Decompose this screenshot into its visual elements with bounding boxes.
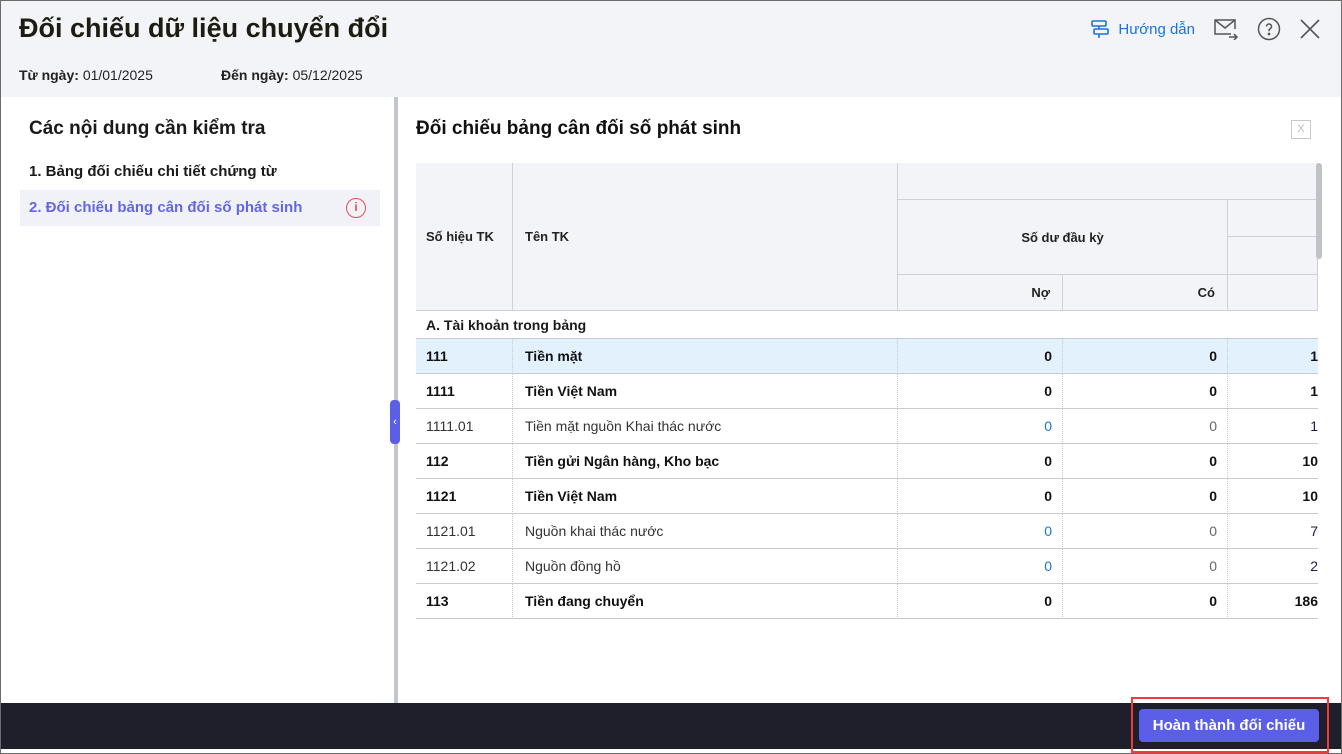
cell-name: Nguồn đồng hồ bbox=[513, 549, 898, 584]
cell-code: 1121.02 bbox=[416, 549, 513, 584]
balance-table: Số hiệu TK Tên TK Số dư đầu kỳ Nợ Có A. … bbox=[416, 163, 1318, 629]
col-header-next-mid bbox=[1228, 237, 1318, 275]
chevron-left-icon: ‹ bbox=[393, 416, 397, 428]
collapse-panel-button[interactable]: ‹ bbox=[390, 400, 400, 444]
col-header-credit: Có bbox=[1063, 275, 1228, 311]
table-row[interactable]: 1121.02 Nguồn đồng hồ 0 0 2 bbox=[416, 549, 1318, 584]
cell-code: 1111.01 bbox=[416, 409, 513, 444]
from-date-label: Từ ngày: bbox=[19, 67, 79, 83]
cell-credit: 0 bbox=[1063, 479, 1228, 514]
col-header-label: Số hiệu TK bbox=[426, 229, 494, 244]
checklist-item-label: 2. Đối chiếu bảng cân đối số phát sinh bbox=[29, 199, 303, 216]
cell-name: Tiền Việt Nam bbox=[513, 374, 898, 409]
section-title: Đối chiếu bảng cân đối số phát sinh bbox=[416, 118, 742, 139]
cell-debit: 0 bbox=[898, 549, 1063, 584]
from-date: Từ ngày: 01/01/2025 bbox=[19, 67, 153, 83]
checklist-title: Các nội dung cần kiểm tra bbox=[29, 118, 266, 139]
table-row[interactable]: 111 Tiền mặt 0 0 1 bbox=[416, 339, 1318, 374]
cell-next: 1 bbox=[1310, 383, 1318, 399]
cell-name: Tiền mặt bbox=[513, 339, 898, 374]
signpost-icon bbox=[1090, 19, 1110, 39]
col-header-code: Số hiệu TK bbox=[416, 163, 513, 311]
table-row[interactable]: 1121 Tiền Việt Nam 0 0 10 bbox=[416, 479, 1318, 514]
table-scrollbar[interactable] bbox=[1316, 163, 1322, 259]
cell-credit: 0 bbox=[1063, 444, 1228, 479]
checklist-item-balance[interactable]: 2. Đối chiếu bảng cân đối số phát sinh i bbox=[20, 190, 380, 226]
table-row[interactable]: 1121.01 Nguồn khai thác nước 0 0 7 bbox=[416, 514, 1318, 549]
col-header-label: Có bbox=[1197, 285, 1215, 300]
cell-credit: 0 bbox=[1063, 514, 1228, 549]
cell-debit: 0 bbox=[898, 374, 1063, 409]
cell-next: 186 bbox=[1294, 593, 1318, 609]
cell-next: 7 bbox=[1310, 523, 1318, 539]
cell-debit: 0 bbox=[898, 514, 1063, 549]
checklist-item-voucher[interactable]: 1. Bảng đối chiếu chi tiết chứng từ bbox=[20, 154, 380, 190]
cell-credit: 0 bbox=[1063, 409, 1228, 444]
col-header-name: Tên TK bbox=[513, 163, 898, 311]
complete-reconciliation-button[interactable]: Hoàn thành đối chiếu bbox=[1139, 709, 1319, 742]
cell-code: 1121 bbox=[416, 479, 513, 514]
cell-name: Tiền gửi Ngân hàng, Kho bạc bbox=[513, 444, 898, 479]
cell-name: Tiền đang chuyển bbox=[513, 584, 898, 619]
col-header-next-top bbox=[1228, 200, 1318, 237]
to-date-value: 05/12/2025 bbox=[292, 67, 363, 83]
cell-name: Tiền mặt nguồn Khai thác nước bbox=[513, 409, 898, 444]
dialog-title: Đối chiếu dữ liệu chuyển đổi bbox=[19, 13, 389, 43]
cell-name: Nguồn khai thác nước bbox=[513, 514, 898, 549]
cell-next: 10 bbox=[1302, 453, 1318, 469]
to-date-label: Đến ngày: bbox=[221, 67, 289, 83]
table-row[interactable]: 1111 Tiền Việt Nam 0 0 1 bbox=[416, 374, 1318, 409]
cell-debit: 0 bbox=[898, 584, 1063, 619]
cell-credit: 0 bbox=[1063, 584, 1228, 619]
col-header-label: Nợ bbox=[1031, 285, 1050, 300]
col-header-label: Số dư đầu kỳ bbox=[1021, 229, 1104, 245]
cell-code: 1111 bbox=[416, 374, 513, 409]
cell-next: 2 bbox=[1310, 558, 1318, 574]
cell-next: 1 bbox=[1310, 418, 1318, 434]
guide-link[interactable]: Hướng dẫn bbox=[1090, 19, 1195, 39]
cell-credit: 0 bbox=[1063, 374, 1228, 409]
cell-credit: 0 bbox=[1063, 549, 1228, 584]
send-mail-icon[interactable] bbox=[1213, 18, 1239, 40]
close-icon[interactable] bbox=[1299, 18, 1321, 40]
to-date: Đến ngày: 05/12/2025 bbox=[221, 67, 363, 83]
cell-credit: 0 bbox=[1063, 339, 1228, 374]
cell-debit: 0 bbox=[898, 339, 1063, 374]
cell-code: 112 bbox=[416, 444, 513, 479]
cell-code: 113 bbox=[416, 584, 513, 619]
group-row: A. Tài khoản trong bảng bbox=[416, 311, 1318, 339]
warning-info-icon: i bbox=[346, 198, 366, 218]
cell-debit: 0 bbox=[898, 479, 1063, 514]
table-row[interactable]: 113 Tiền đang chuyển 0 0 186 bbox=[416, 584, 1318, 619]
table-row[interactable]: 112 Tiền gửi Ngân hàng, Kho bạc 0 0 10 bbox=[416, 444, 1318, 479]
col-header-next-bottom bbox=[1228, 275, 1318, 311]
dialog-header: Đối chiếu dữ liệu chuyển đổi Từ ngày: 01… bbox=[1, 1, 1341, 97]
cell-next: 10 bbox=[1302, 488, 1318, 504]
cell-debit: 0 bbox=[898, 409, 1063, 444]
cell-name: Tiền Việt Nam bbox=[513, 479, 898, 514]
cell-code: 111 bbox=[416, 339, 513, 374]
cell-debit: 0 bbox=[898, 444, 1063, 479]
cell-next: 1 bbox=[1310, 348, 1318, 364]
col-header-opening: Số dư đầu kỳ bbox=[898, 200, 1228, 275]
help-icon[interactable] bbox=[1257, 17, 1281, 41]
from-date-value: 01/01/2025 bbox=[82, 67, 153, 83]
export-excel-icon[interactable]: X bbox=[1291, 120, 1311, 139]
col-header-debit: Nợ bbox=[898, 275, 1063, 311]
checklist-item-label: 1. Bảng đối chiếu chi tiết chứng từ bbox=[29, 163, 277, 180]
col-header-label: Tên TK bbox=[525, 229, 570, 244]
col-header-group bbox=[898, 163, 1318, 200]
cell-code: 1121.01 bbox=[416, 514, 513, 549]
guide-label: Hướng dẫn bbox=[1118, 20, 1195, 38]
table-row[interactable]: 1111.01 Tiền mặt nguồn Khai thác nước 0 0 1 bbox=[416, 409, 1318, 444]
